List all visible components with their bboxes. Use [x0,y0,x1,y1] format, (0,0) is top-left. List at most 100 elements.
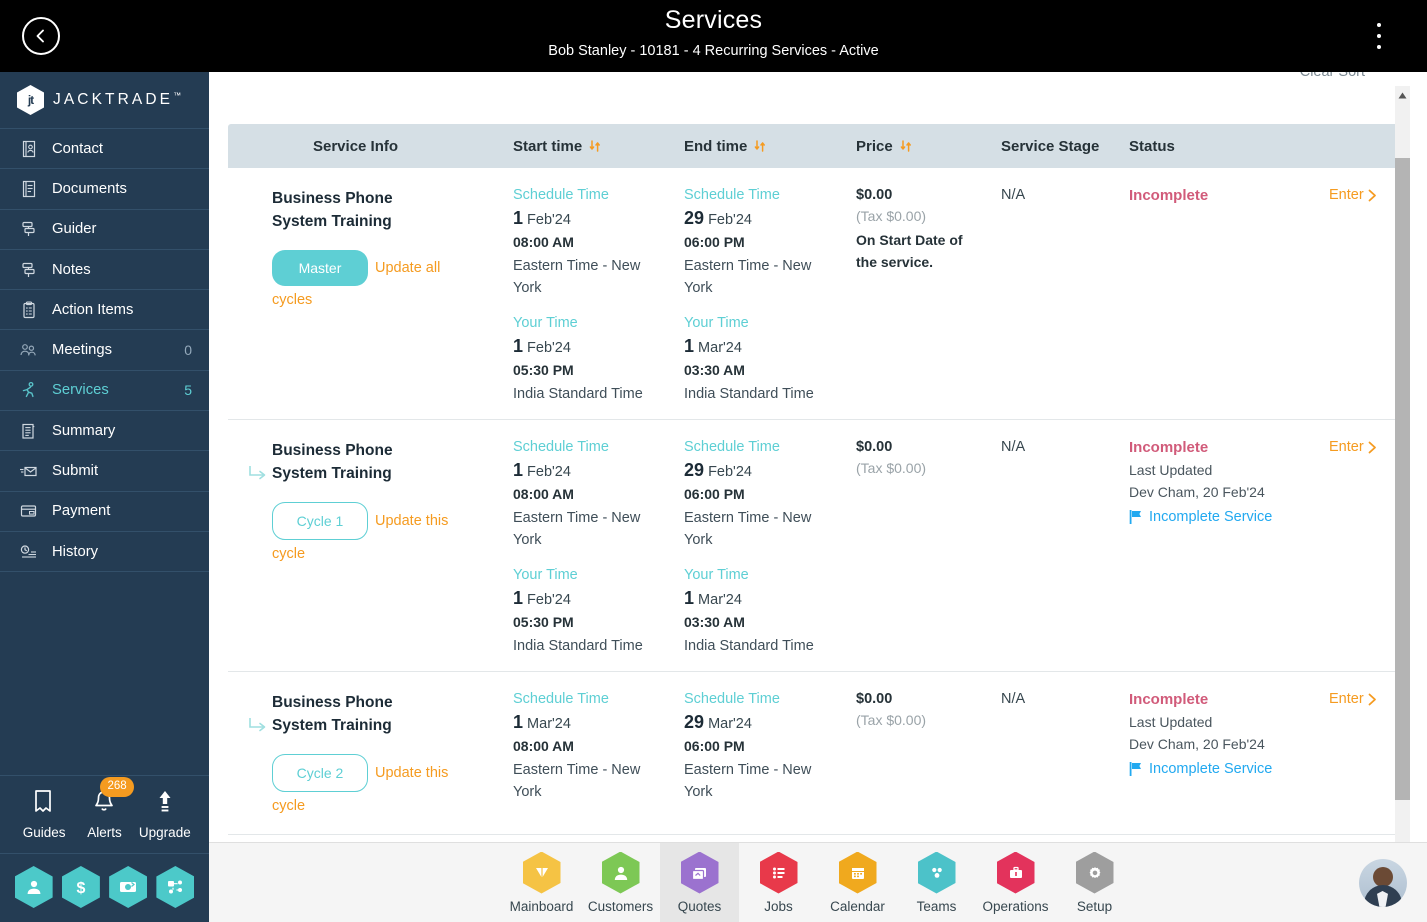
arrow-up-icon [152,788,178,821]
sort-icon[interactable] [753,139,767,153]
start-time-cell: Schedule Time 1 Feb'24 08:00 AM Eastern … [513,168,684,419]
your-time-label: Your Time [684,567,749,583]
alerts-badge: 268 [100,777,134,797]
schedule-time-label: Schedule Time [513,691,609,707]
cycle-badge[interactable]: Master [272,250,368,286]
cycle-badge[interactable]: Cycle 1 [272,502,368,540]
your-month: Mar'24 [698,592,742,608]
sidebar-item-label: Payment [52,503,111,520]
bottom-nav-quotes[interactable]: Quotes [660,842,739,922]
bottom-nav-label: Teams [916,898,957,914]
table-row[interactable]: Business Phone System Training Master Upd… [228,168,1398,420]
bottom-nav-jobs[interactable]: Jobs [739,843,818,922]
sidebar-item-notes[interactable]: Notes [0,250,209,291]
table-row[interactable]: Business Phone System Training Cycle 1 Up… [228,420,1398,672]
sort-icon[interactable] [899,139,913,153]
brand-logo[interactable]: jt JACKTRADE™ [0,72,209,129]
sidebar-item-guider[interactable]: Guider [0,210,209,250]
bottom-nav-label: Jobs [764,898,793,914]
bottom-nav-setup[interactable]: Setup [1055,843,1134,922]
sidebar-nav: Contact Documents Guider Notes Action It [0,129,209,573]
bottom-nav-customers[interactable]: Customers [581,843,660,922]
bottom-nav-label: Calendar [830,898,885,914]
schedule-clock: 06:00 PM [684,486,745,502]
column-header-price[interactable]: Price [856,138,1001,155]
sort-icon[interactable] [588,139,602,153]
service-info-body: Business Phone System Training Cycle 2 Up… [272,691,472,820]
scroll-up-arrow-icon[interactable] [1395,86,1410,104]
sidebar-item-documents[interactable]: Documents [0,169,209,210]
submit-mail-icon [17,462,39,480]
sidebar-item-summary[interactable]: Summary [0,411,209,452]
trademark-symbol: ™ [173,90,182,100]
kebab-menu-icon[interactable] [1367,20,1391,52]
column-header-start-time[interactable]: Start time [513,138,684,155]
sidebar-item-action-items[interactable]: Action Items [0,290,209,331]
workflow-hex-icon[interactable] [156,866,195,908]
user-avatar[interactable] [1359,859,1407,907]
price-cell: $0.00 (Tax $0.00) [856,672,1001,834]
last-updated-value: Dev Cham, 20 Feb'24 [1129,484,1265,500]
sidebar-item-services[interactable]: Services 5 [0,371,209,412]
column-header-status[interactable]: Status [1129,138,1329,155]
clear-sort-button[interactable]: Clear Sort [1300,72,1365,80]
upgrade-button[interactable]: Upgrade [135,788,195,840]
column-header-service-info[interactable]: Service Info [228,138,513,155]
your-timezone: India Standard Time [684,386,814,402]
guider-icon [17,220,39,238]
table-row[interactable]: Business Phone System Training Cycle 2 Up… [228,672,1398,835]
book-icon [31,788,57,821]
service-info-cell: Business Phone System Training Cycle 1 Up… [228,420,513,671]
enter-button[interactable]: Enter [1329,187,1398,203]
bottom-nav-items: Mainboard Customers Quotes Jobs Calendar… [502,842,1134,922]
alerts-button[interactable]: 268 Alerts [74,777,134,840]
money-transfer-hex-icon[interactable] [109,866,148,908]
guides-button[interactable]: Guides [14,788,74,840]
sidebar-item-history[interactable]: History [0,532,209,573]
column-header-service-stage[interactable]: Service Stage [1001,138,1129,155]
schedule-time-label: Schedule Time [684,187,780,203]
status-badge: Incomplete [1129,691,1209,708]
schedule-date: 29 Feb'24 [684,460,856,481]
service-info-cell: Business Phone System Training Cycle 2 Up… [228,672,513,834]
main-content: Clear Sort Service Info Start time End t… [209,72,1427,842]
your-time-label: Your Time [684,315,749,331]
cycle-badge[interactable]: Cycle 2 [272,754,368,792]
your-timezone: India Standard Time [513,638,643,654]
sidebar-item-payment[interactable]: Payment [0,492,209,532]
enter-button[interactable]: Enter [1329,691,1398,707]
schedule-time-label: Schedule Time [684,439,780,455]
brand-name: JACKTRADE™ [53,90,182,109]
schedule-month: Feb'24 [527,464,571,480]
incomplete-service-link[interactable]: Incomplete Service [1129,761,1329,777]
bottom-nav-operations[interactable]: Operations [976,843,1055,922]
sidebar-item-meetings[interactable]: Meetings 0 [0,330,209,371]
bottom-nav-mainboard[interactable]: Mainboard [502,843,581,922]
bottom-nav-label: Customers [587,898,654,914]
service-stage-cell: N/A [1001,168,1129,419]
sidebar-item-label: Guider [52,221,97,238]
sidebar-item-submit[interactable]: Submit [0,451,209,492]
schedule-date: 1 Mar'24 [513,712,684,733]
price-value: $0.00 [856,691,893,707]
service-badge-line: Master Update all cycles [272,250,472,314]
dollar-hex-icon[interactable]: $ [61,866,100,908]
actions-cell: Enter [1329,672,1398,834]
sidebar: jt JACKTRADE™ Contact Documents Guider N… [0,72,209,922]
scrollbar-thumb[interactable] [1395,158,1410,800]
enter-button[interactable]: Enter [1329,439,1398,455]
column-header-end-time[interactable]: End time [684,138,856,155]
bottom-nav-teams[interactable]: Teams [897,843,976,922]
incomplete-service-link[interactable]: Incomplete Service [1129,509,1329,525]
page-title: Services [664,6,763,34]
meetings-icon [17,341,39,359]
child-indent-spacer [228,187,272,405]
your-day: 1 [684,588,695,608]
user-hex-icon[interactable] [14,866,53,908]
incomplete-service-label: Incomplete Service [1149,509,1273,525]
sidebar-item-contact[interactable]: Contact [0,129,209,170]
vertical-scrollbar[interactable] [1395,86,1410,842]
bottom-nav-calendar[interactable]: Calendar [818,843,897,922]
price-value: $0.00 [856,187,893,203]
